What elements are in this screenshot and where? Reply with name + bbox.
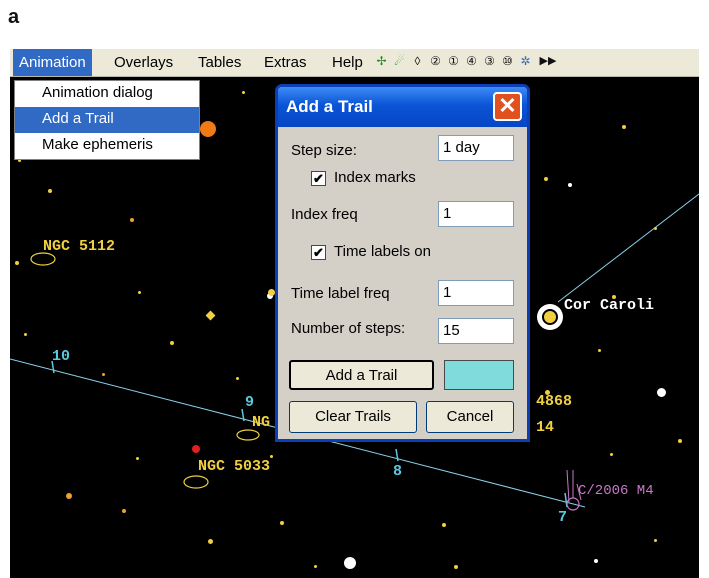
label-comet: C/2006 M4 — [578, 483, 654, 499]
stars-icon[interactable]: ✲ — [517, 53, 534, 71]
menu-animation[interactable]: Animation — [13, 49, 92, 76]
time-labels-checkbox[interactable]: ✔ — [311, 245, 326, 260]
galaxy-ngc-marker — [236, 429, 260, 441]
red-star — [192, 445, 200, 453]
dialog-title: Add a Trail — [286, 97, 373, 116]
num-steps-field[interactable]: 15 — [438, 318, 514, 344]
star — [242, 91, 245, 94]
star — [280, 521, 284, 525]
star — [24, 333, 27, 336]
star — [270, 455, 273, 458]
time-label-freq-label: Time label freq — [291, 285, 390, 302]
white-star — [657, 388, 666, 397]
trail-mark-7: 7 — [558, 509, 568, 526]
menu-overlays[interactable]: Overlays — [108, 49, 179, 76]
star — [610, 453, 613, 456]
zoom-3-icon[interactable]: ③ — [481, 53, 498, 71]
index-marks-checkbox[interactable]: ✔ — [311, 171, 326, 186]
index-marks-label: Index marks — [334, 169, 416, 186]
star — [568, 183, 572, 187]
zoom-reset-icon[interactable]: ◊ — [409, 53, 426, 71]
satellite-icon[interactable]: ✢ — [373, 53, 390, 71]
zoom-4-icon[interactable]: ④ — [463, 53, 480, 71]
comet-icon[interactable]: ☄ — [391, 53, 408, 71]
menu-tables[interactable]: Tables — [192, 49, 247, 76]
star — [442, 523, 446, 527]
star — [454, 565, 458, 569]
menu-help[interactable]: Help — [326, 49, 369, 76]
star — [130, 218, 134, 222]
cor-caroli-center — [542, 309, 558, 325]
star — [170, 341, 174, 345]
trail-mark-10: 10 — [52, 348, 71, 365]
star — [208, 539, 213, 544]
star — [66, 493, 72, 499]
star — [594, 559, 598, 563]
galaxy-ngc5033-marker — [183, 475, 209, 489]
clear-trails-button[interactable]: Clear Trails — [289, 401, 417, 433]
star — [48, 189, 52, 193]
step-size-label: Step size: — [291, 142, 357, 159]
label-ngc4868: 4868 — [536, 393, 573, 410]
label-cor-caroli: Cor Caroli — [564, 297, 655, 314]
star — [622, 125, 626, 129]
white-star — [344, 557, 356, 569]
star — [654, 539, 657, 542]
cancel-button[interactable]: Cancel — [426, 401, 514, 433]
close-icon[interactable]: ✕ — [493, 92, 522, 121]
star — [654, 227, 657, 230]
dialog-titlebar[interactable]: Add a Trail ✕ — [278, 87, 527, 127]
label-ngc-partial: NG — [252, 414, 271, 431]
star — [236, 377, 239, 380]
step-size-field[interactable]: 1 day — [438, 135, 514, 161]
label-ngc5112: NGC 5112 — [43, 238, 116, 255]
trail-tick — [395, 448, 399, 462]
add-trail-dialog: Add a Trail ✕ Step size: 1 day ✔ Index m… — [275, 84, 530, 442]
grid-line — [557, 193, 699, 303]
star — [102, 373, 105, 376]
trail-mark-9: 9 — [245, 394, 255, 411]
num-steps-label: Number of steps: — [291, 320, 406, 337]
zoom-2-icon[interactable]: ② — [427, 53, 444, 71]
label-partial-14: 14 — [536, 419, 555, 436]
menu-item-make-ephemeris[interactable]: Make ephemeris — [15, 133, 199, 159]
figure-label: a — [8, 6, 20, 28]
star — [314, 565, 317, 568]
star — [122, 509, 126, 513]
star — [598, 349, 601, 352]
time-label-freq-field[interactable]: 1 — [438, 280, 514, 306]
zoom-1-icon[interactable]: ① — [445, 53, 462, 71]
label-ngc5033: NGC 5033 — [198, 458, 271, 475]
zoom-magnify-icon[interactable]: ⑩ — [499, 53, 516, 71]
menu-bar: Animation Overlays Tables Extras Help ✢ … — [10, 49, 699, 77]
menu-item-add-trail[interactable]: Add a Trail — [15, 107, 199, 133]
menu-extras[interactable]: Extras — [258, 49, 313, 76]
star — [15, 261, 19, 265]
time-labels-label: Time labels on — [334, 243, 431, 260]
trail-color-swatch[interactable] — [444, 360, 514, 390]
animation-dropdown: Animation dialog Add a Trail Make epheme… — [14, 80, 200, 160]
trail-mark-8: 8 — [393, 463, 403, 480]
star — [138, 291, 141, 294]
index-freq-field[interactable]: 1 — [438, 201, 514, 227]
star — [544, 177, 548, 181]
fast-forward-icon[interactable]: ▶▶ — [536, 53, 560, 71]
orange-star — [200, 121, 216, 137]
add-trail-button[interactable]: Add a Trail — [289, 360, 434, 390]
yellow-star — [268, 289, 275, 296]
star — [136, 457, 139, 460]
index-freq-label: Index freq — [291, 206, 358, 223]
star — [678, 439, 682, 443]
menu-item-animation-dialog[interactable]: Animation dialog — [15, 81, 199, 107]
